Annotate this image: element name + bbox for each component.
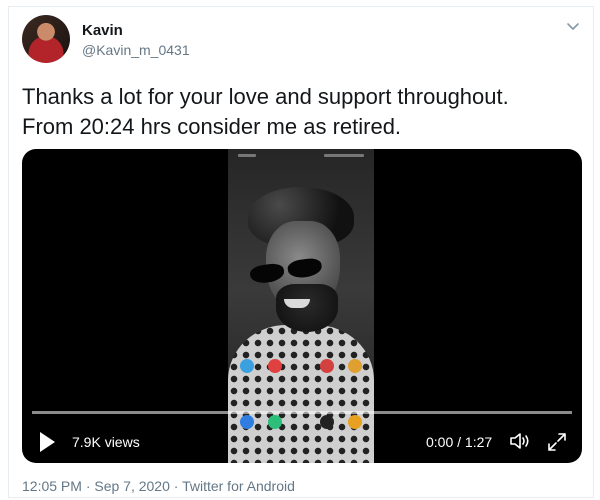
app-icon [320, 415, 334, 429]
app-icon [320, 359, 334, 373]
app-icon [348, 415, 362, 429]
app-icon [240, 359, 254, 373]
video-progress-bar[interactable] [32, 411, 572, 414]
video-person-beard [276, 284, 338, 332]
chevron-down-icon[interactable] [565, 20, 581, 34]
tweet-text: Thanks a lot for your love and support t… [22, 82, 582, 142]
video-player[interactable]: 7.9K views 0:00 / 1:27 [22, 149, 582, 463]
play-icon[interactable] [38, 431, 56, 453]
video-person-shirt [228, 325, 374, 463]
video-frame [228, 149, 374, 463]
author-name[interactable]: Kavin [82, 22, 123, 39]
app-icon [240, 415, 254, 429]
video-time: 0:00 / 1:27 [426, 434, 493, 450]
tweet-text-line-2: From 20:24 hrs consider me as retired. [22, 114, 402, 139]
phone-status-bar [228, 149, 374, 161]
app-icon [268, 415, 282, 429]
author-handle[interactable]: @Kavin_m_0431 [82, 42, 190, 58]
tweet-text-line-1: Thanks a lot for your love and support t… [22, 84, 509, 109]
app-icon [268, 359, 282, 373]
fullscreen-icon[interactable] [546, 431, 568, 453]
app-icon [348, 359, 362, 373]
volume-icon[interactable] [508, 429, 532, 453]
video-views: 7.9K views [72, 434, 140, 450]
avatar[interactable] [22, 15, 70, 63]
tweet-timestamp[interactable]: 12:05 PM · Sep 7, 2020 · Twitter for And… [22, 478, 295, 494]
